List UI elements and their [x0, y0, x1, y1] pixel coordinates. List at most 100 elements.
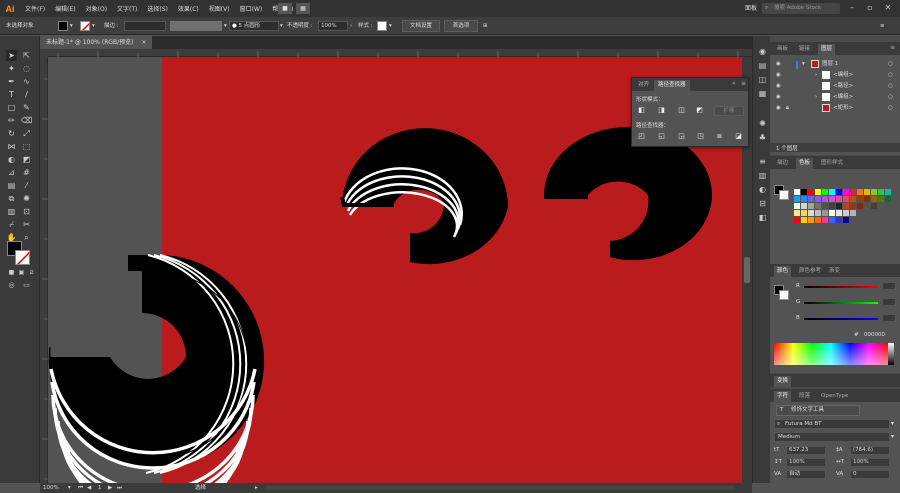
selection-tool-icon[interactable]: ➤	[6, 50, 17, 61]
minimize-icon[interactable]: –	[844, 2, 860, 14]
tab-pathfinder[interactable]: 路径查找器	[654, 80, 690, 91]
lasso-tool-icon[interactable]: ◌	[21, 63, 32, 74]
prev-artboard-icon[interactable]: ◀	[87, 483, 91, 493]
eraser-tool-icon[interactable]: ⌫	[21, 115, 32, 126]
tab-gradient[interactable]: 渐变	[826, 266, 843, 277]
striped-letter-middle[interactable]	[340, 128, 508, 265]
stroke-color-box[interactable]	[15, 250, 30, 265]
workspace-switcher[interactable]: 面板	[745, 3, 757, 12]
tab-opentype[interactable]: OpenType	[818, 391, 851, 402]
curvature-tool-icon[interactable]: ∿	[21, 76, 32, 87]
color-stroke-proxy[interactable]	[779, 290, 789, 300]
target-circle-icon[interactable]: ○	[888, 59, 893, 69]
target-circle-icon[interactable]: ○	[888, 103, 893, 113]
style-swatch[interactable]	[377, 21, 387, 31]
striped-letter-bottom-left[interactable]	[48, 254, 265, 483]
maximize-icon[interactable]: ▫	[862, 2, 878, 14]
opacity-dropdown-icon[interactable]: ›	[350, 21, 352, 31]
visibility-eye-icon[interactable]: ◉	[776, 70, 781, 80]
color-spectrum[interactable]	[774, 343, 888, 365]
horizontal-scale-field[interactable]: 100%	[850, 458, 890, 467]
graph-tool-icon[interactable]: ▥	[6, 206, 17, 217]
pen-tool-icon[interactable]: ✒	[6, 76, 17, 87]
tab-color-guide[interactable]: 颜色参考	[796, 266, 824, 277]
fill-dropdown-icon[interactable]: ▾	[70, 21, 73, 31]
target-circle-icon[interactable]: ○	[888, 92, 893, 102]
blend-tool-icon[interactable]: ⧉	[6, 193, 17, 204]
expand-chevron-icon[interactable]: ▾	[802, 59, 805, 69]
collapse-panel-icon[interactable]: «	[732, 80, 736, 87]
panel-menu-icon[interactable]: ≡	[741, 80, 746, 87]
preferences-button[interactable]: 首选项	[444, 20, 478, 32]
tracking-field[interactable]: 0	[850, 470, 890, 479]
style-dropdown-icon[interactable]: ▾	[389, 21, 392, 31]
screen-mode-icon[interactable]: ▭	[21, 280, 32, 291]
menu-view[interactable]: 视图(V)	[204, 4, 235, 13]
graphic-styles-dock-icon[interactable]: ▦	[757, 88, 768, 99]
font-size-field[interactable]: 637.23	[786, 446, 826, 455]
artboard-tool-icon[interactable]: ⊡	[21, 206, 32, 217]
free-transform-tool-icon[interactable]: ⬚	[21, 141, 32, 152]
expand-chevron-icon[interactable]: ›	[815, 92, 817, 102]
menu-type[interactable]: 文字(T)	[112, 4, 142, 13]
layer-name[interactable]: <编组>	[833, 70, 853, 80]
scissors-tool-icon[interactable]: ✂	[21, 219, 32, 230]
appearance-dock-icon[interactable]: ◫	[757, 74, 768, 85]
pencil-tool-icon[interactable]: ✏	[6, 115, 17, 126]
rotate-tool-icon[interactable]: ↻	[6, 128, 17, 139]
minus-front-icon[interactable]: ◨	[657, 106, 666, 115]
transparency-dock-icon[interactable]: ◐	[757, 184, 768, 195]
vertical-scale-field[interactable]: 100%	[786, 458, 826, 467]
menu-object[interactable]: 对象(O)	[81, 4, 112, 13]
layer-name[interactable]: 图层 1	[822, 59, 838, 69]
bridge-icon[interactable]: ■	[278, 3, 292, 14]
tab-graphic-styles[interactable]: 图形样式	[818, 158, 846, 169]
outline-icon[interactable]: ⧈	[715, 132, 724, 141]
minus-back-icon[interactable]: ◪	[734, 132, 743, 141]
stroke-swatch[interactable]	[80, 21, 90, 31]
crop-icon[interactable]: ◳	[696, 132, 705, 141]
paintbrush-tool-icon[interactable]: ✎	[21, 102, 32, 113]
type-tool-icon[interactable]: T	[6, 89, 17, 100]
arrange-documents-icon[interactable]: ▦	[296, 3, 310, 14]
draw-mode-icon[interactable]: ◎	[6, 280, 17, 291]
width-tool-icon[interactable]: ⋈	[6, 141, 17, 152]
stroke-dock-icon[interactable]: ≡	[757, 156, 768, 167]
layer-name[interactable]: <路径>	[833, 81, 853, 91]
tab-color[interactable]: 颜色	[774, 266, 792, 277]
layer-name[interactable]: <编组>	[833, 92, 853, 102]
layers-menu-icon[interactable]: ≡	[890, 44, 895, 51]
menu-effect[interactable]: 效果(C)	[173, 4, 204, 13]
layer-row[interactable]: ◉ 🔒︎ <矩形> ○	[770, 103, 900, 113]
none-mode-icon[interactable]: ⧄	[26, 267, 37, 278]
ruler-origin[interactable]	[40, 49, 48, 57]
divide-icon[interactable]: ◰	[637, 132, 646, 141]
expand-button[interactable]: 扩展	[714, 106, 744, 116]
tab-stroke[interactable]: 描边	[774, 158, 791, 169]
layer-row[interactable]: ◉ ▾ 图层 1 ○	[770, 59, 900, 69]
zoom-level-field[interactable]: 100%	[43, 483, 59, 493]
vertical-ruler[interactable]	[40, 49, 48, 483]
visibility-eye-icon[interactable]: ◉	[776, 92, 781, 102]
zoom-tool-icon[interactable]: ⌕	[21, 232, 32, 243]
green-slider[interactable]	[804, 302, 878, 304]
target-circle-icon[interactable]: ○	[888, 70, 893, 80]
direct-selection-tool-icon[interactable]: ⇱	[21, 50, 32, 61]
slice-tool-icon[interactable]: ⌿	[6, 219, 17, 230]
swatch-stroke-proxy[interactable]	[779, 190, 789, 200]
menu-window[interactable]: 窗口(W)	[235, 4, 268, 13]
brushes-dock-icon[interactable]: ✺	[757, 118, 768, 129]
merge-icon[interactable]: ◲	[677, 132, 686, 141]
last-artboard-icon[interactable]: ⏭	[117, 483, 122, 493]
first-artboard-icon[interactable]: ⏮	[78, 483, 83, 493]
shape-builder-tool-icon[interactable]: ◐	[6, 154, 17, 165]
live-paint-tool-icon[interactable]: ◩	[21, 154, 32, 165]
hex-value[interactable]: 000000	[864, 332, 885, 338]
blue-slider[interactable]	[804, 318, 878, 320]
variable-width-field[interactable]	[170, 21, 222, 31]
document-setup-button[interactable]: 文档设置	[402, 20, 440, 32]
tab-character[interactable]: 字符	[774, 391, 792, 402]
status-arrow-icon[interactable]: ▸	[255, 483, 258, 493]
grayscale-ramp[interactable]	[888, 343, 894, 365]
layer-row[interactable]: ◉ <路径> ○	[770, 81, 900, 91]
